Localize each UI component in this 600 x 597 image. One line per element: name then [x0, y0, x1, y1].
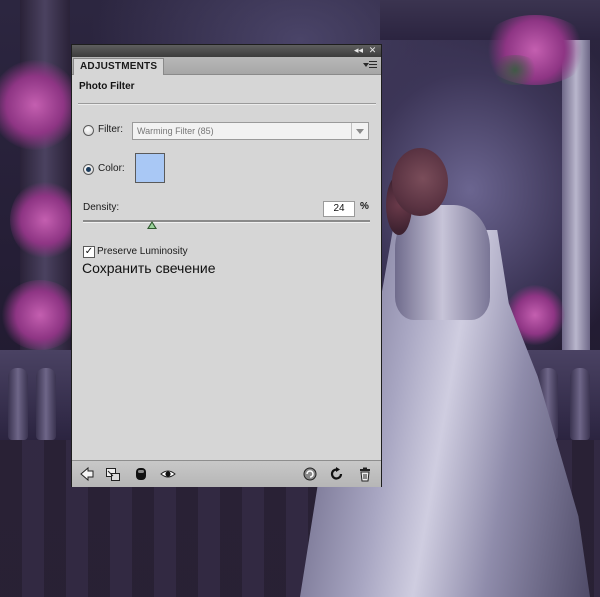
trash-icon[interactable]	[357, 466, 373, 482]
collapse-button[interactable]: ◂◂	[353, 46, 364, 56]
close-button[interactable]: ✕	[367, 46, 378, 56]
adjustments-panel: ◂◂ ✕ ADJUSTMENTS Photo Filter Filter: Wa…	[72, 45, 381, 487]
color-label: Color:	[98, 163, 125, 174]
color-swatch[interactable]	[135, 153, 165, 183]
filter-dropdown[interactable]: Warming Filter (85)	[132, 122, 369, 140]
eye-icon[interactable]	[160, 466, 176, 482]
reset-previous-icon[interactable]	[302, 466, 318, 482]
annotation-text: Сохранить свечение	[82, 260, 216, 276]
density-unit: %	[360, 201, 369, 212]
panel-title-bar[interactable]: ◂◂ ✕	[72, 45, 381, 57]
filter-label: Filter:	[98, 124, 123, 135]
flower-cluster	[0, 280, 80, 350]
menu-lines-icon	[369, 61, 377, 62]
panel-menu-button[interactable]	[363, 59, 377, 71]
bottom-toolbar	[72, 460, 381, 487]
right-pillar	[562, 40, 590, 350]
flower-cluster	[10, 180, 80, 260]
tab-adjustments[interactable]: ADJUSTMENTS	[73, 58, 165, 75]
clip-layer-icon[interactable]	[105, 466, 121, 482]
density-slider-track[interactable]	[83, 220, 370, 223]
head	[392, 148, 448, 216]
preserve-luminosity-label: Preserve Luminosity	[97, 246, 188, 257]
tab-bar: ADJUSTMENTS	[72, 57, 381, 75]
back-arrow-icon[interactable]	[79, 466, 95, 482]
preserve-luminosity-checkbox[interactable]: ✓	[83, 246, 95, 258]
filter-dropdown-value: Warming Filter (85)	[137, 126, 214, 136]
density-slider-thumb[interactable]	[146, 221, 157, 229]
layer-visibility-mask-icon[interactable]	[133, 466, 149, 482]
divider	[78, 103, 376, 105]
density-input[interactable]: 24	[323, 201, 355, 217]
density-label: Density:	[83, 202, 120, 213]
filter-radio[interactable]	[83, 125, 94, 136]
chevron-down-icon	[351, 123, 368, 139]
leaves	[490, 55, 540, 85]
reset-icon[interactable]	[329, 466, 345, 482]
adjustment-title: Photo Filter	[79, 81, 135, 92]
color-radio[interactable]	[83, 164, 94, 175]
